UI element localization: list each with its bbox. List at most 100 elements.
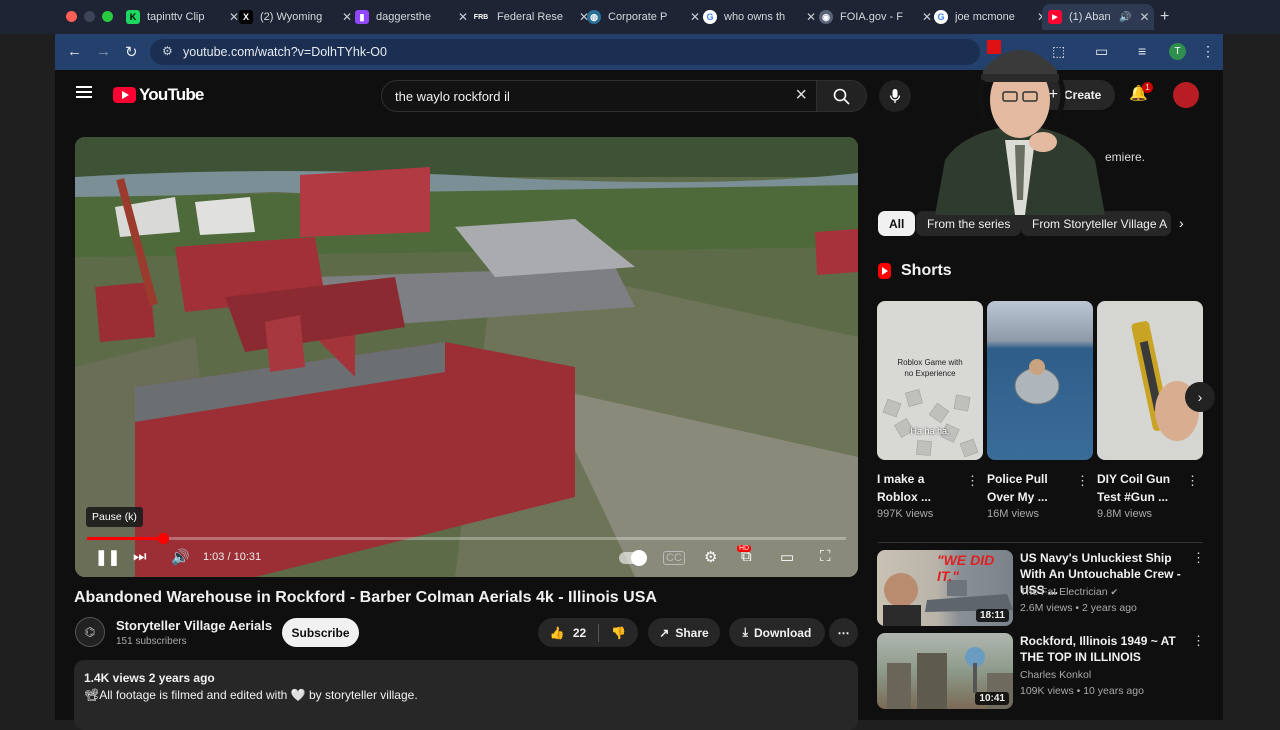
recommended-meta: 2.6M views • 2 years ago: [1020, 602, 1137, 614]
short-menu-icon[interactable]: ⋮: [966, 473, 979, 489]
back-arrow-icon[interactable]: ←: [67, 43, 82, 60]
youtube-logo-text: YouTube: [139, 85, 204, 104]
browser-tab[interactable]: FRB Federal Rese ✕: [466, 4, 589, 30]
thumbnail-caption: "WE DID IT.": [937, 552, 995, 584]
settings-gear-icon[interactable]: ⚙: [704, 548, 717, 566]
short-menu-icon[interactable]: ⋮: [1186, 473, 1199, 489]
reload-icon[interactable]: ↻: [125, 43, 138, 61]
theater-mode-icon[interactable]: ▭: [780, 548, 794, 566]
like-button[interactable]: 👍 22: [550, 626, 586, 640]
microphone-icon: [889, 89, 901, 103]
progress-bar[interactable]: [87, 533, 846, 544]
browser-tab-active[interactable]: ▶ (1) Aban 🔊 ✕: [1042, 4, 1154, 30]
youtube-logo-icon: [113, 87, 136, 103]
boat-graphic: [1014, 359, 1060, 405]
pause-button[interactable]: ❚❚: [95, 548, 120, 566]
google-icon: G: [934, 10, 948, 24]
description-text: 📽All footage is filmed and edited with 🤍…: [84, 688, 418, 702]
recommended-menu-icon[interactable]: ⋮: [1192, 550, 1205, 566]
youtube-logo[interactable]: YouTube: [113, 85, 204, 105]
short-views: 16M views: [987, 508, 1039, 520]
voice-search-button[interactable]: [879, 80, 911, 112]
media-control-icon[interactable]: ≡: [1138, 43, 1146, 59]
browser-tab[interactable]: K tapinttv Clip ✕: [120, 4, 239, 30]
subscribe-button[interactable]: Subscribe: [282, 618, 359, 647]
tab-title: Federal Rese: [497, 11, 564, 23]
search-input[interactable]: the waylo rockford il ×: [381, 80, 817, 112]
dislike-button[interactable]: 👎: [611, 626, 626, 640]
close-tab-icon[interactable]: ✕: [1139, 10, 1149, 24]
speaker-icon[interactable]: 🔊: [1119, 12, 1131, 23]
browser-tab[interactable]: ◍ Corporate P ✕: [581, 4, 700, 30]
browser-tab[interactable]: X (2) Wyoming ✕: [233, 4, 352, 30]
site-settings-icon[interactable]: ⚙: [162, 44, 173, 58]
recommended-title[interactable]: Rockford, Illinois 1949 ~ AT THE TOP IN …: [1020, 633, 1192, 665]
recommended-thumbnail[interactable]: 10:41: [877, 633, 1013, 709]
minimize-window-button[interactable]: [84, 11, 95, 22]
short-item[interactable]: Roblox Game with no Experience Ha ha ha.…: [877, 301, 983, 520]
clear-search-icon[interactable]: ×: [795, 84, 807, 107]
browser-tab[interactable]: G joe mcmone ✕: [928, 4, 1047, 30]
short-thumbnail[interactable]: [1097, 301, 1203, 460]
short-thumb-subcaption: Ha ha ha.: [910, 426, 950, 436]
short-item[interactable]: DIY Coil Gun Test #Gun ... ⋮ 9.8M views: [1097, 301, 1203, 520]
share-label: Share: [675, 625, 709, 640]
maximize-window-button[interactable]: [102, 11, 113, 22]
short-views: 997K views: [877, 508, 934, 520]
video-player[interactable]: Pause (k) ❚❚ ⏭ 🔊 1:03 / 10:31 CC ⚙ HD ⧉ …: [75, 137, 858, 577]
short-thumbnail[interactable]: [987, 301, 1093, 460]
menu-icon[interactable]: [76, 86, 92, 98]
thumbs-down-icon: 👎: [611, 625, 627, 640]
short-title[interactable]: I make a Roblox ...: [877, 470, 963, 506]
autoplay-toggle[interactable]: [619, 550, 647, 566]
browser-tab[interactable]: ◉ FOIA.gov - F ✕: [813, 4, 932, 30]
share-button[interactable]: ↗ Share: [648, 618, 720, 647]
chevron-right-icon[interactable]: ›: [1179, 215, 1184, 231]
progress-scrubber[interactable]: [157, 533, 169, 544]
recommended-channel[interactable]: Charles Konkol: [1020, 669, 1091, 681]
next-video-button[interactable]: ⏭: [133, 548, 147, 565]
browser-profile-avatar[interactable]: T: [1169, 43, 1186, 60]
captions-icon[interactable]: CC: [663, 551, 685, 565]
download-icon: ⤓: [742, 625, 748, 639]
short-views: 9.8M views: [1097, 508, 1153, 520]
shorts-header: Shorts: [878, 262, 952, 280]
seal-icon: ◉: [819, 10, 833, 24]
account-avatar[interactable]: [1173, 82, 1199, 108]
new-tab-button[interactable]: +: [1160, 8, 1169, 26]
shorts-icon: [878, 263, 891, 279]
recommended-menu-icon[interactable]: ⋮: [1192, 633, 1205, 649]
channel-avatar[interactable]: ⌬: [75, 617, 105, 647]
kick-icon: K: [126, 10, 140, 24]
forward-arrow-icon[interactable]: →: [96, 43, 111, 60]
browser-menu-icon[interactable]: ⋮: [1201, 43, 1215, 60]
share-icon: ↗: [659, 625, 670, 640]
browser-tab[interactable]: G who owns th ✕: [697, 4, 816, 30]
fullscreen-icon[interactable]: ⛶: [820, 548, 831, 565]
verified-icon: ✔: [1110, 587, 1119, 597]
short-title[interactable]: DIY Coil Gun Test #Gun ...: [1097, 470, 1183, 506]
more-actions-button[interactable]: ⋯: [829, 618, 858, 647]
tab-title: who owns th: [724, 11, 786, 23]
miniplayer-icon[interactable]: ⧉: [741, 548, 752, 565]
close-window-button[interactable]: [66, 11, 77, 22]
channel-name[interactable]: Storyteller Village Aerials: [116, 618, 272, 633]
volume-icon[interactable]: 🔊: [171, 548, 190, 566]
x-icon: X: [239, 10, 253, 24]
search-button[interactable]: [817, 80, 867, 112]
download-button[interactable]: ⤓ Download: [729, 618, 825, 647]
short-title[interactable]: Police Pull Over My ...: [987, 470, 1073, 506]
browser-tab[interactable]: ▮ daggersthe ✕: [349, 4, 468, 30]
recommended-channel[interactable]: The Fat Electrician ✔: [1020, 586, 1118, 598]
recommended-thumbnail[interactable]: "WE DID IT." 18:11: [877, 550, 1013, 626]
chip-all[interactable]: All: [878, 211, 916, 236]
recommended-video[interactable]: 10:41 Rockford, Illinois 1949 ~ AT THE T…: [877, 633, 1207, 711]
like-dislike-group: 👍 22 👎: [538, 618, 638, 647]
recommended-video[interactable]: "WE DID IT." 18:11 US Navy's Unluckiest …: [877, 550, 1207, 628]
short-menu-icon[interactable]: ⋮: [1076, 473, 1089, 489]
short-item[interactable]: Police Pull Over My ... ⋮ 16M views: [987, 301, 1093, 520]
shorts-next-button[interactable]: ›: [1185, 382, 1215, 412]
url-field[interactable]: ⚙ youtube.com/watch?v=DolhTYhk-O0: [150, 39, 980, 65]
shorts-title: Shorts: [901, 262, 952, 279]
short-thumbnail[interactable]: Roblox Game with no Experience Ha ha ha.: [877, 301, 983, 460]
